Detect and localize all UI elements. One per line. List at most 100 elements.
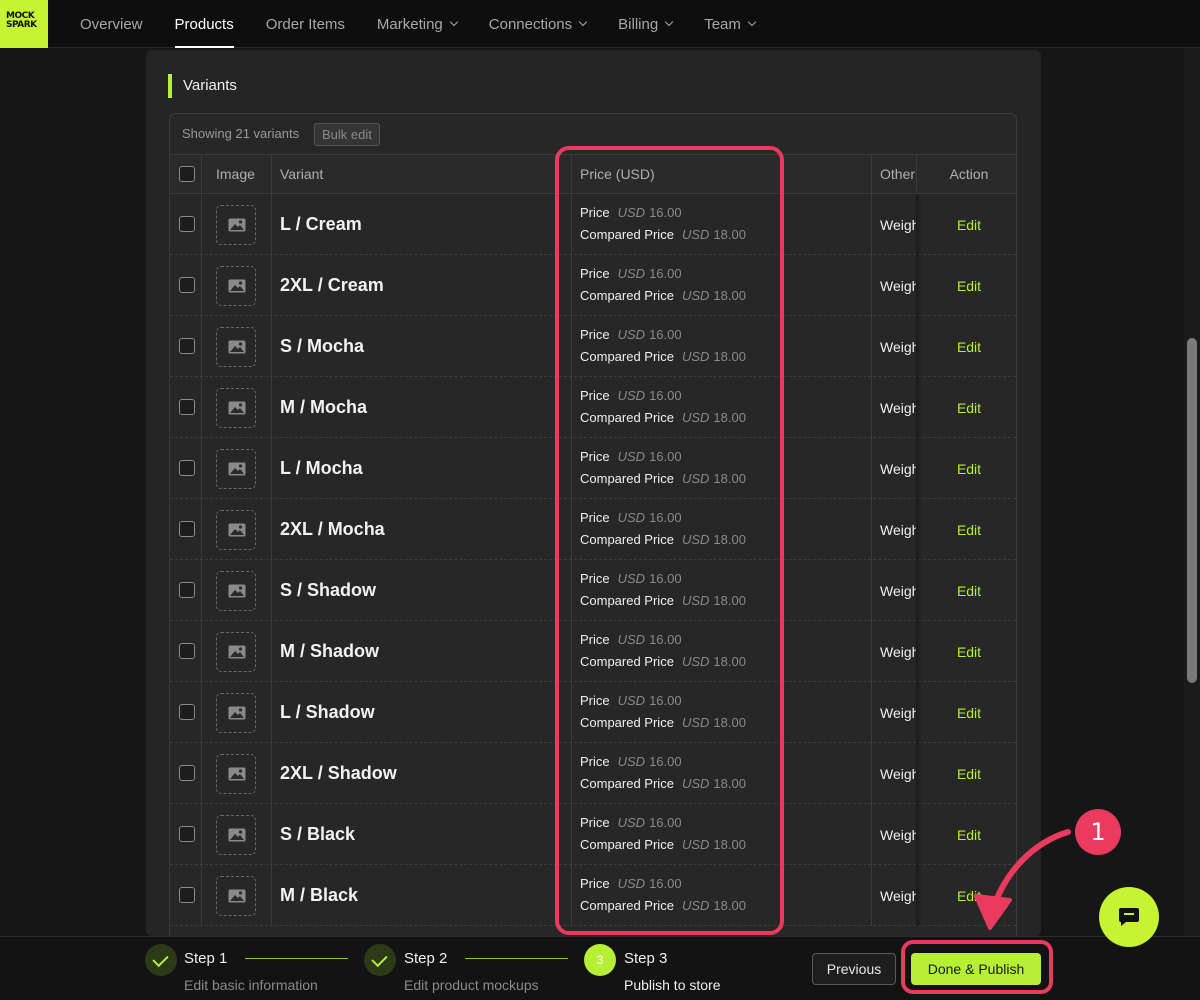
- column-divider: [271, 865, 272, 926]
- row-checkbox[interactable]: [179, 399, 195, 415]
- nav-billing[interactable]: Billing: [602, 0, 688, 48]
- showing-count: Showing 21 variants: [182, 126, 300, 141]
- other-cell: Weight: [880, 705, 916, 721]
- section-title: Variants: [168, 74, 237, 98]
- chevron-down-icon: [449, 17, 459, 27]
- image-placeholder[interactable]: [216, 632, 256, 672]
- image-placeholder-icon: [228, 279, 246, 293]
- nav-connections[interactable]: Connections: [473, 0, 602, 48]
- column-divider: [201, 682, 202, 743]
- column-divider: [201, 621, 202, 682]
- edit-link[interactable]: Edit: [922, 765, 1016, 783]
- row-checkbox[interactable]: [179, 887, 195, 903]
- image-placeholder[interactable]: [216, 388, 256, 428]
- edit-link[interactable]: Edit: [922, 643, 1016, 661]
- image-placeholder[interactable]: [216, 510, 256, 550]
- column-divider: [271, 682, 272, 743]
- image-placeholder[interactable]: [216, 815, 256, 855]
- header-image: Image: [216, 166, 255, 182]
- variant-name: M / Black: [280, 885, 359, 905]
- row-checkbox[interactable]: [179, 338, 195, 354]
- row-checkbox[interactable]: [179, 460, 195, 476]
- image-placeholder[interactable]: [216, 693, 256, 733]
- nav-label: Marketing: [376, 15, 443, 33]
- edit-link[interactable]: Edit: [922, 887, 1016, 905]
- nav-label: Billing: [618, 15, 659, 33]
- image-placeholder-icon: [228, 584, 246, 598]
- nav-order-items[interactable]: Order Items: [250, 0, 361, 48]
- image-placeholder[interactable]: [216, 571, 256, 611]
- column-divider: [871, 499, 872, 560]
- edit-link[interactable]: Edit: [922, 582, 1016, 600]
- step-3-number: 3: [584, 944, 616, 976]
- image-placeholder[interactable]: [216, 449, 256, 489]
- image-placeholder[interactable]: [216, 205, 256, 245]
- edit-link[interactable]: Edit: [922, 826, 1016, 844]
- step-connector: [245, 958, 348, 959]
- column-divider: [871, 621, 872, 682]
- edit-link[interactable]: Edit: [922, 399, 1016, 417]
- column-divider: [201, 438, 202, 499]
- other-cell: Weight: [880, 827, 916, 843]
- row-checkbox[interactable]: [179, 826, 195, 842]
- nav-marketing[interactable]: Marketing: [361, 0, 473, 48]
- top-navigation-bar: MOCK SPARK Overview Products Order Items Ma…: [0, 0, 1200, 48]
- row-checkbox[interactable]: [179, 582, 195, 598]
- scrollbar-thumb[interactable]: [1187, 338, 1197, 683]
- image-placeholder-icon: [228, 645, 246, 659]
- step-1-description: Edit basic information: [184, 977, 318, 993]
- column-divider: [201, 743, 202, 804]
- column-divider: [271, 255, 272, 316]
- step-2-description: Edit product mockups: [404, 977, 539, 993]
- step-3-title: Step 3: [624, 950, 668, 967]
- column-divider: [271, 316, 272, 377]
- price-column-highlight: [555, 146, 784, 935]
- previous-button[interactable]: Previous: [812, 953, 896, 985]
- step-2-check-icon: [364, 944, 396, 976]
- edit-link[interactable]: Edit: [922, 704, 1016, 722]
- column-divider: [271, 621, 272, 682]
- edit-link[interactable]: Edit: [922, 521, 1016, 539]
- column-divider: [271, 194, 272, 255]
- image-placeholder-icon: [228, 889, 246, 903]
- column-divider: [916, 155, 917, 194]
- row-checkbox[interactable]: [179, 216, 195, 232]
- row-checkbox[interactable]: [179, 704, 195, 720]
- chat-bubble-icon: [1119, 908, 1139, 926]
- column-divider: [871, 682, 872, 743]
- chat-button[interactable]: [1099, 887, 1159, 947]
- image-placeholder[interactable]: [216, 876, 256, 916]
- bulk-edit-button[interactable]: Bulk edit: [314, 123, 380, 146]
- row-checkbox[interactable]: [179, 765, 195, 781]
- column-divider: [271, 804, 272, 865]
- nav-products[interactable]: Products: [159, 0, 250, 48]
- image-placeholder[interactable]: [216, 266, 256, 306]
- row-checkbox[interactable]: [179, 277, 195, 293]
- image-placeholder-icon: [228, 401, 246, 415]
- edit-link[interactable]: Edit: [922, 460, 1016, 478]
- row-checkbox[interactable]: [179, 643, 195, 659]
- edit-link[interactable]: Edit: [922, 338, 1016, 356]
- column-divider: [201, 316, 202, 377]
- select-all-checkbox[interactable]: [179, 166, 195, 182]
- nav-label: Order Items: [265, 15, 345, 33]
- nav-overview[interactable]: Overview: [64, 0, 159, 48]
- image-placeholder-icon: [228, 828, 246, 842]
- mockspark-logo[interactable]: MOCK SPARK: [0, 0, 48, 48]
- column-divider: [271, 560, 272, 621]
- edit-link[interactable]: Edit: [922, 277, 1016, 295]
- column-divider: [871, 377, 872, 438]
- column-divider: [871, 194, 872, 255]
- nav-team[interactable]: Team: [688, 0, 771, 48]
- edit-link[interactable]: Edit: [922, 216, 1016, 234]
- image-placeholder[interactable]: [216, 754, 256, 794]
- column-divider: [271, 499, 272, 560]
- column-divider: [201, 804, 202, 865]
- image-placeholder-icon: [228, 340, 246, 354]
- variant-name: L / Cream: [280, 214, 362, 234]
- row-checkbox[interactable]: [179, 521, 195, 537]
- column-divider: [201, 155, 202, 194]
- image-placeholder-icon: [228, 218, 246, 232]
- image-placeholder[interactable]: [216, 327, 256, 367]
- step-connector: [465, 958, 568, 959]
